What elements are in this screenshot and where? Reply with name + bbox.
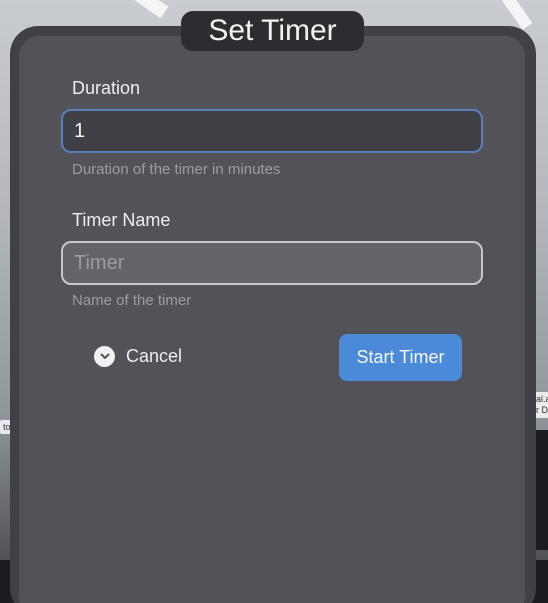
timer-name-input[interactable] bbox=[61, 241, 483, 285]
background-wall bbox=[534, 430, 548, 550]
timer-name-label: Timer Name bbox=[72, 210, 171, 230]
start-timer-button[interactable]: Start Timer bbox=[339, 334, 462, 381]
ceiling-light bbox=[127, 0, 169, 19]
cancel-button[interactable]: Cancel bbox=[94, 342, 182, 370]
timer-name-helper: Name of the timer bbox=[72, 292, 192, 309]
chevron-down-icon bbox=[94, 345, 115, 367]
duration-label: Duration bbox=[72, 78, 141, 98]
cancel-label: Cancel bbox=[126, 345, 183, 366]
dialog-title: Set Timer bbox=[181, 11, 364, 51]
duration-input[interactable] bbox=[61, 109, 483, 153]
duration-helper: Duration of the timer in minutes bbox=[72, 161, 281, 178]
